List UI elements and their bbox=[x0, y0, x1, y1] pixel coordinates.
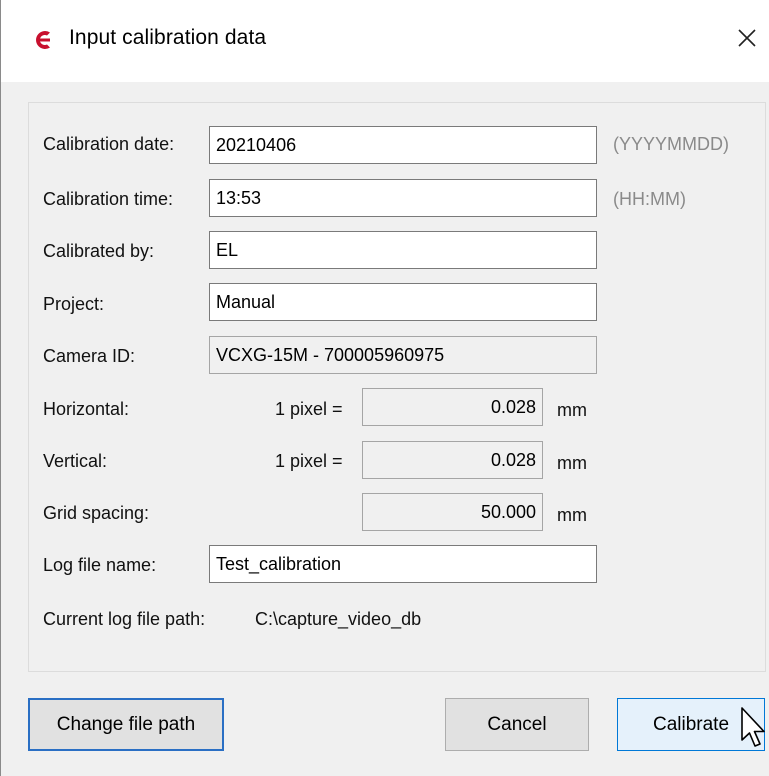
calibration-time-input[interactable]: 13:53 bbox=[209, 179, 597, 217]
grid-spacing-field: 50.000 bbox=[362, 493, 543, 531]
horizontal-label: Horizontal: bbox=[43, 399, 130, 419]
horizontal-unit: mm bbox=[557, 400, 587, 420]
app-logo-icon bbox=[36, 31, 50, 49]
current-log-path-value: C:\capture_video_db bbox=[255, 609, 422, 629]
grid-spacing-label: Grid spacing: bbox=[43, 503, 150, 523]
log-file-name-label: Log file name: bbox=[43, 555, 157, 575]
project-label: Project: bbox=[43, 294, 105, 314]
vertical-scale-field: 0.028 bbox=[362, 441, 543, 479]
horizontal-pixel-prefix: 1 pixel = bbox=[275, 399, 343, 419]
title-bar[interactable]: Input calibration data bbox=[1, 0, 769, 82]
grid-spacing-unit: mm bbox=[557, 505, 587, 525]
calibrated-by-input[interactable]: EL bbox=[209, 231, 597, 269]
calibration-dialog: Input calibration data Calibration date:… bbox=[0, 0, 769, 776]
horizontal-scale-field: 0.028 bbox=[362, 388, 543, 426]
mouse-pointer-icon bbox=[741, 707, 765, 747]
cancel-button[interactable]: Cancel bbox=[445, 698, 589, 751]
date-format-hint: (YYYYMMDD) bbox=[613, 134, 729, 154]
current-log-path-label: Current log file path: bbox=[43, 609, 206, 629]
vertical-label: Vertical: bbox=[43, 451, 108, 471]
calibration-date-input[interactable]: 20210406 bbox=[209, 126, 597, 164]
window-title: Input calibration data bbox=[69, 26, 267, 49]
close-button[interactable] bbox=[727, 18, 767, 58]
calibration-time-label: Calibration time: bbox=[43, 189, 174, 209]
vertical-unit: mm bbox=[557, 453, 587, 473]
camera-id-label: Camera ID: bbox=[43, 346, 136, 366]
project-input[interactable]: Manual bbox=[209, 283, 597, 321]
camera-id-field: VCXG-15M - 700005960975 bbox=[209, 336, 597, 374]
calibration-date-label: Calibration date: bbox=[43, 134, 175, 154]
close-icon bbox=[738, 29, 756, 47]
log-file-name-input[interactable]: Test_calibration bbox=[209, 545, 597, 583]
change-file-path-button[interactable]: Change file path bbox=[28, 698, 224, 751]
calibrated-by-label: Calibrated by: bbox=[43, 241, 155, 261]
time-format-hint: (HH:MM) bbox=[613, 189, 686, 209]
vertical-pixel-prefix: 1 pixel = bbox=[275, 451, 343, 471]
